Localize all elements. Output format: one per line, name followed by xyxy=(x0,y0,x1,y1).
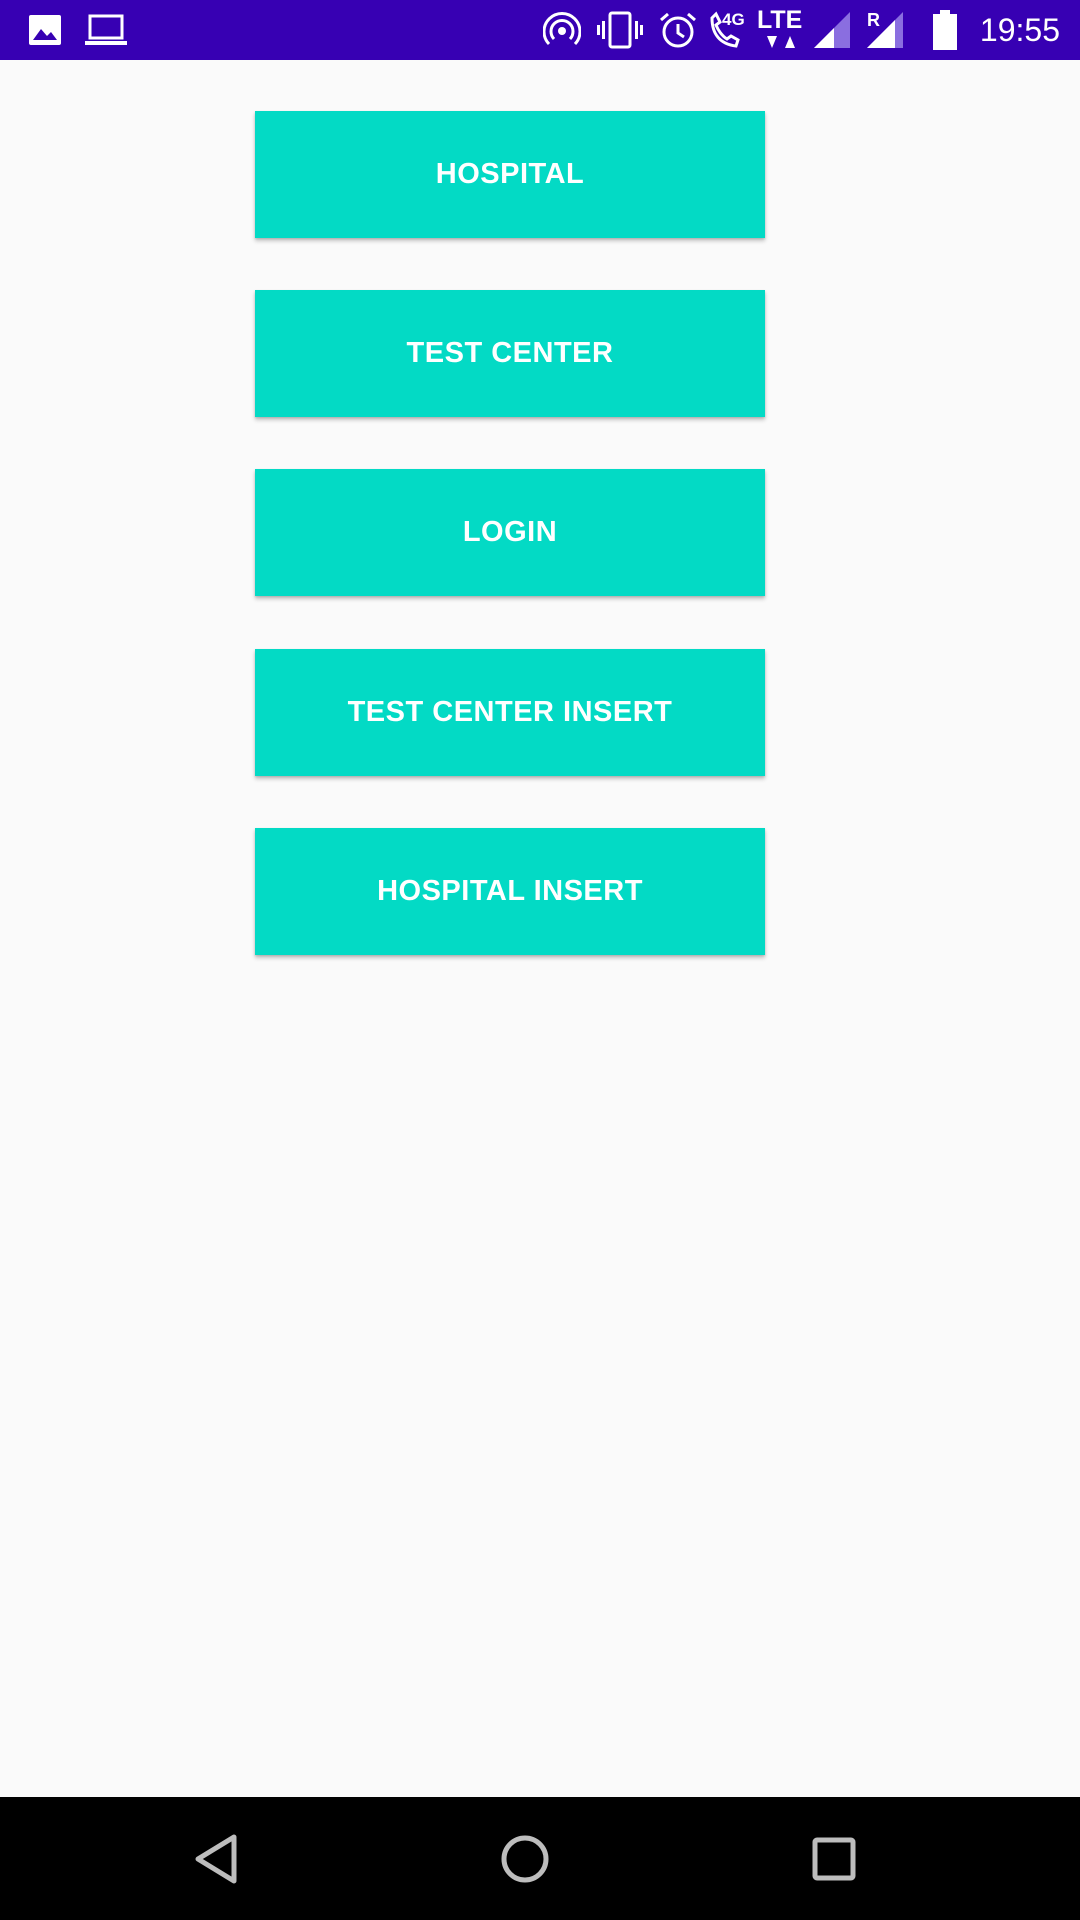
hospital-button[interactable]: HOSPITAL xyxy=(255,111,765,238)
lte-data-icon xyxy=(767,36,795,48)
image-icon xyxy=(29,15,61,45)
lte-label: LTE xyxy=(757,6,803,34)
vibrate-icon xyxy=(597,11,643,49)
back-button[interactable] xyxy=(136,1797,296,1920)
login-button[interactable]: LOGIN xyxy=(255,469,765,596)
home-button[interactable] xyxy=(445,1797,605,1920)
home-icon xyxy=(501,1835,549,1882)
call-network-label: 4G xyxy=(722,10,745,29)
hospital-insert-button[interactable]: HOSPITAL INSERT xyxy=(255,828,765,955)
laptop-icon xyxy=(85,14,127,45)
recents-button[interactable] xyxy=(754,1797,914,1920)
test-center-button[interactable]: TEST CENTER xyxy=(255,290,765,417)
test-center-insert-button[interactable]: TEST CENTER INSERT xyxy=(255,649,765,776)
hotspot-icon xyxy=(543,12,581,46)
signal-icon xyxy=(814,12,850,48)
navigation-bar xyxy=(0,1797,1080,1920)
recents-icon xyxy=(812,1837,856,1880)
battery-icon xyxy=(933,10,957,50)
status-bar: 4G LTE R 19:55 xyxy=(0,0,1080,60)
main-content: HOSPITAL TEST CENTER LOGIN TEST CENTER I… xyxy=(0,60,1080,1797)
back-icon xyxy=(195,1834,237,1883)
roaming-signal-icon xyxy=(867,12,903,48)
alarm-icon xyxy=(660,12,696,48)
clock: 19:55 xyxy=(979,12,1060,48)
